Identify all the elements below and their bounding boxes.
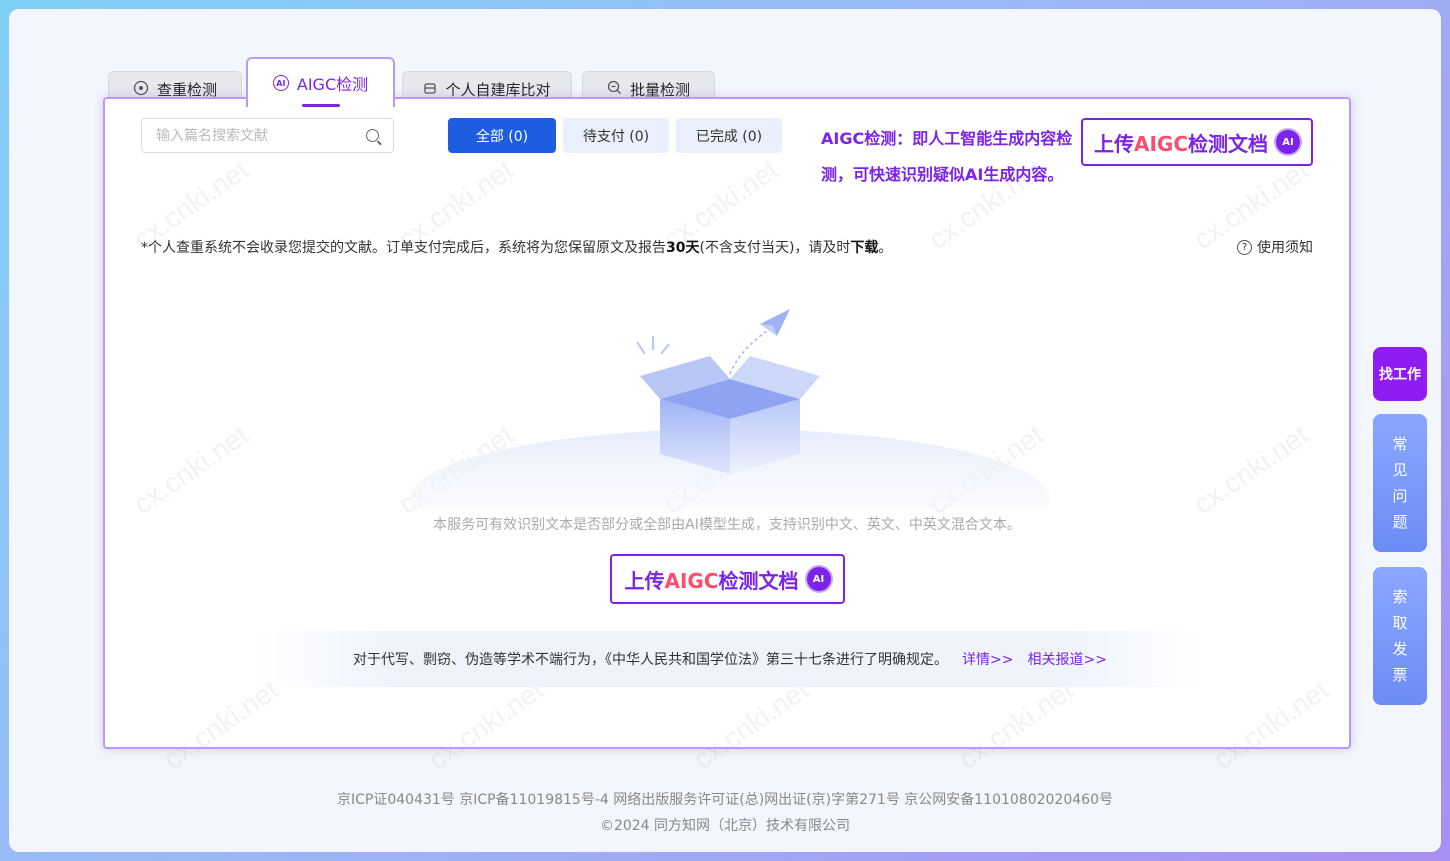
tab-aigc-check[interactable]: AI AIGC检测 xyxy=(246,57,395,107)
usage-notes-link[interactable]: ? 使用须知 xyxy=(1237,237,1313,257)
related-reports-link[interactable]: 相关报道>> xyxy=(1028,649,1107,669)
upload-aigc-button-center[interactable]: 上传AIGC检测文档 AI xyxy=(610,554,845,604)
empty-state-description: 本服务可有效识别文本是否部分或全部由AI模型生成，支持识别中文、英文、中英文混合… xyxy=(433,517,1021,533)
watermark: cx.cnki.net xyxy=(1187,418,1314,521)
footer-copyright: ©2024 同方知网（北京）技术有限公司 xyxy=(599,818,851,834)
law-notice-bar: 对于代写、剽窃、伪造等学术不端行为，《中华人民共和国学位法》第三十七条进行了明确… xyxy=(255,631,1205,687)
faq-char: 见 xyxy=(1392,461,1408,479)
faq-button[interactable]: 常 见 问 题 xyxy=(1373,414,1427,552)
search-icon[interactable] xyxy=(366,129,379,142)
footer-license: 京ICP证040431号 京ICP备11019815号-4 网络出版服务许可证(… xyxy=(337,792,1113,808)
search-input[interactable] xyxy=(156,127,366,144)
ai-circle-icon: AI xyxy=(1276,130,1300,154)
watermark: cx.cnki.net xyxy=(422,673,549,776)
main-panel: cx.cnki.net cx.cnki.net cx.cnki.net cx.c… xyxy=(103,97,1351,775)
invoice-char: 索 xyxy=(1392,588,1408,606)
watermark: cx.cnki.net xyxy=(687,673,814,776)
empty-box-illustration xyxy=(410,309,1050,509)
request-invoice-button[interactable]: 索 取 发 票 xyxy=(1373,567,1427,705)
filter-completed[interactable]: 已完成 (0) xyxy=(676,118,782,153)
app-window: 查重检测 AI AIGC检测 个人自建库比对 批量检测 cx.cnki.net … xyxy=(9,9,1441,852)
ai-circle-icon: AI xyxy=(806,567,831,591)
watermark: cx.cnki.net xyxy=(157,673,284,776)
upload-aigc-button-top[interactable]: 上传AIGC检测文档 AI xyxy=(1081,118,1313,166)
faq-char: 题 xyxy=(1392,513,1408,531)
details-link[interactable]: 详情>> xyxy=(962,649,1013,669)
watermark: cx.cnki.net xyxy=(952,673,1079,776)
upload-label: 上传AIGC检测文档 xyxy=(1093,131,1268,156)
question-circle-icon: ? xyxy=(1237,239,1252,255)
filter-pending-payment[interactable]: 待支付 (0) xyxy=(563,118,669,153)
filter-all[interactable]: 全部 (0) xyxy=(448,118,556,153)
usage-notes-label: 使用须知 xyxy=(1257,240,1313,256)
tab-label: AIGC检测 xyxy=(296,75,369,94)
active-tab-indicator xyxy=(301,104,340,107)
invoice-char: 发 xyxy=(1392,640,1408,658)
find-job-button[interactable]: 找工作 xyxy=(1373,347,1427,401)
faq-char: 常 xyxy=(1392,435,1408,453)
invoice-char: 取 xyxy=(1392,614,1408,632)
search-box xyxy=(141,118,394,153)
database-icon xyxy=(423,81,437,99)
invoice-char: 票 xyxy=(1392,666,1408,684)
law-notice-text: 对于代写、剽窃、伪造等学术不端行为，《中华人民共和国学位法》第三十七条进行了明确… xyxy=(353,652,949,668)
upload-label: 上传AIGC检测文档 xyxy=(624,568,799,593)
faq-char: 问 xyxy=(1392,487,1408,505)
ai-badge-icon: AI xyxy=(272,75,289,91)
watermark: cx.cnki.net xyxy=(127,418,254,521)
retention-notice: *个人查重系统不会收录您提交的文献。订单支付完成后，系统将为您保留原文及报告30… xyxy=(141,240,893,256)
watermark: cx.cnki.net xyxy=(1207,673,1334,776)
aigc-description: AIGC检测：即人工智能生成内容检测，可快速识别疑似AI生成内容。 xyxy=(821,129,1073,184)
